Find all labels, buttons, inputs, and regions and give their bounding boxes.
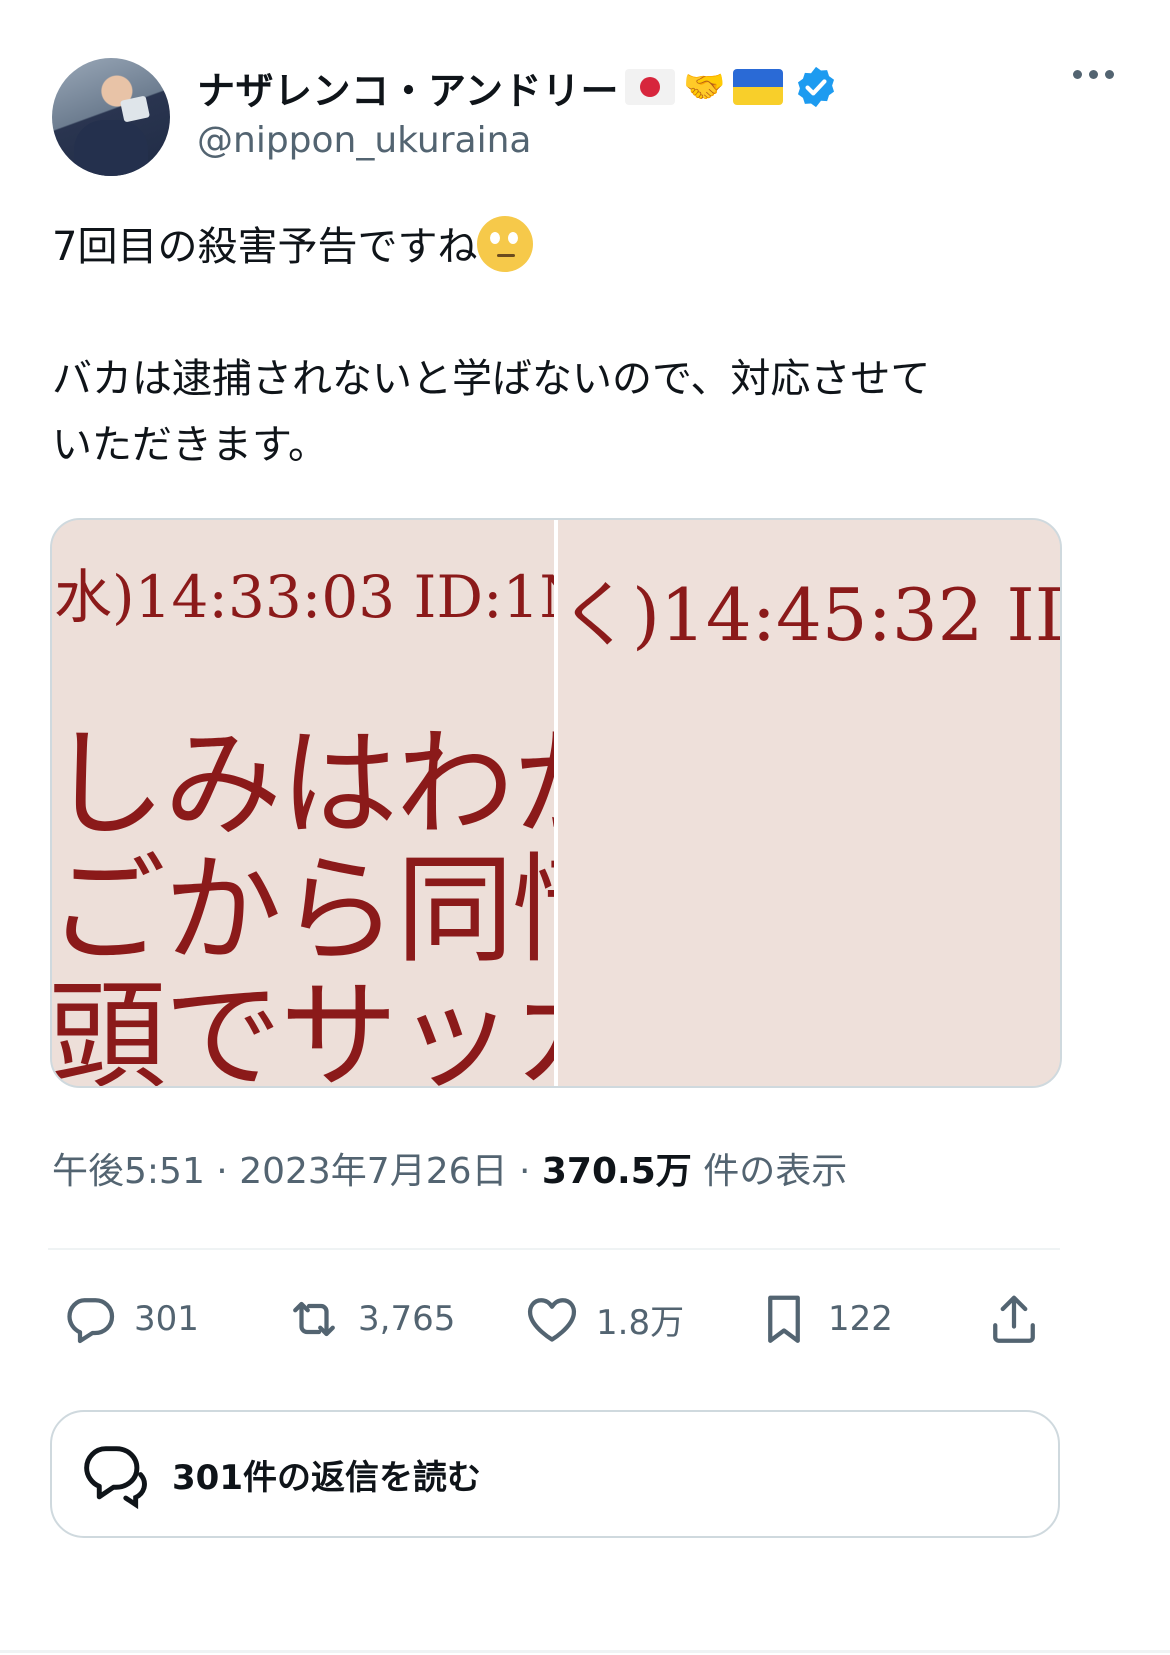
handshake-icon: 🤝: [682, 67, 726, 107]
left-timestamp: 水)14:33:03 ID:1N(: [54, 563, 554, 631]
more-options-icon[interactable]: [1073, 70, 1114, 79]
divider: [48, 1248, 1060, 1250]
ukraine-flag-icon: [733, 69, 784, 105]
verified-badge-icon[interactable]: [793, 64, 839, 110]
tweet-media[interactable]: 水)14:33:03 ID:1N( しみはわか ごから同情 頭でサッカ・ く)1…: [50, 518, 1062, 1088]
read-replies-label: 301件の返信を読む: [172, 1457, 481, 1498]
japan-flag-icon: [624, 69, 675, 105]
face-with-rolling-eyes-icon: [477, 216, 534, 272]
retweet-button[interactable]: 3,765: [284, 1284, 455, 1354]
bottom-divider: [0, 1650, 1170, 1653]
retweet-count: 3,765: [358, 1299, 456, 1339]
tweet-time[interactable]: 午後5:51: [52, 1151, 205, 1192]
left-text-line-3: 頭でサッカ・: [52, 967, 554, 1086]
read-replies-button[interactable]: 301件の返信を読む: [50, 1410, 1060, 1538]
right-timestamp: く)14:45:32 ID:1I: [560, 573, 1060, 657]
tweet-header: ナザレンコ・アンドリー 🤝 @nippon_ukuraina: [52, 58, 1120, 182]
tweet-text-body: バカは逮捕されないと学ばないので、対応させて いただきます。: [52, 356, 931, 468]
reply-button[interactable]: 301: [60, 1284, 199, 1354]
heart-icon: [527, 1298, 577, 1342]
share-button[interactable]: [984, 1284, 1058, 1354]
author-display-name[interactable]: ナザレンコ・アンドリー: [197, 60, 619, 115]
bookmark-count: 122: [828, 1299, 893, 1339]
reply-bubbles-icon: [84, 1446, 147, 1510]
tweet-text-line1: 7回目の殺害予告ですね: [52, 224, 478, 270]
tweet-date[interactable]: 2023年7月26日: [239, 1151, 507, 1192]
like-button[interactable]: 1.8万: [522, 1284, 684, 1354]
reply-icon: [67, 1298, 115, 1344]
media-image-right[interactable]: く)14:45:32 ID:1I: [558, 520, 1060, 1086]
author-handle[interactable]: @nippon_ukuraina: [197, 120, 531, 161]
like-count: 1.8万: [596, 1302, 685, 1343]
views-label: 件の表示: [703, 1151, 848, 1192]
bookmark-icon: [768, 1295, 800, 1343]
tweet-text: 7回目の殺害予告ですね バカは逮捕されないと学ばないので、対応させて いただきま…: [52, 214, 1112, 478]
views-count: 370.5万: [541, 1151, 692, 1192]
author-avatar[interactable]: [52, 58, 170, 176]
author-name-row: ナザレンコ・アンドリー 🤝: [197, 60, 839, 115]
tweet-meta: 午後5:51 · 2023年7月26日 · 370.5万 件の表示: [52, 1151, 848, 1192]
retweet-icon: [293, 1301, 335, 1337]
action-bar: 301 3,765 1.8万 122: [52, 1284, 1060, 1354]
bookmark-button[interactable]: 122: [754, 1284, 893, 1354]
share-icon: [993, 1295, 1035, 1343]
media-image-left[interactable]: 水)14:33:03 ID:1N( しみはわか ごから同情 頭でサッカ・: [52, 520, 554, 1086]
reply-count: 301: [134, 1299, 199, 1339]
